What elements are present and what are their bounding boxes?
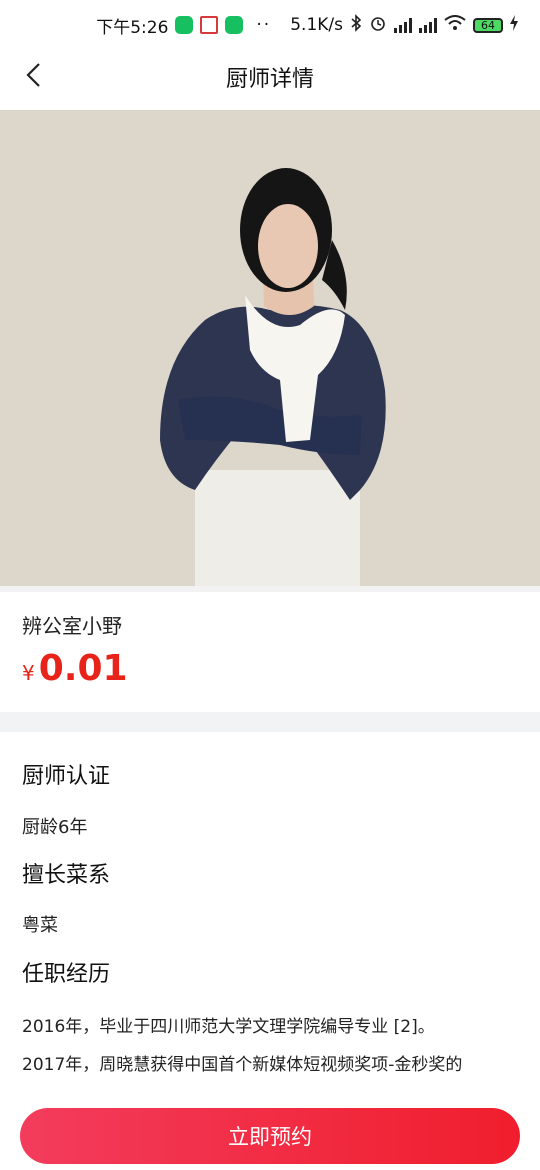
app-notification-icon bbox=[200, 16, 219, 34]
currency-symbol: ¥ bbox=[22, 661, 35, 685]
experience-line: 2017年，周晓慧获得中国首个新媒体短视频奖项-金秒奖的 bbox=[22, 1055, 463, 1075]
divider bbox=[0, 586, 540, 592]
signal-hd-1-icon bbox=[394, 17, 412, 33]
signal-hd-2-icon bbox=[419, 17, 437, 33]
battery-icon: 64 bbox=[473, 17, 503, 33]
cert-title: 厨师认证 bbox=[22, 764, 111, 789]
phone-notification-icon bbox=[225, 16, 244, 34]
wechat-notification-icon bbox=[175, 16, 194, 34]
chef-name: 辨公室小野 bbox=[22, 614, 122, 638]
charging-icon bbox=[510, 14, 518, 36]
price-amount: 0.01 bbox=[38, 648, 128, 689]
section-divider bbox=[0, 712, 540, 732]
wifi-icon bbox=[444, 14, 466, 36]
book-now-button[interactable]: 立即预约 bbox=[20, 1108, 520, 1164]
status-time: 下午5:26 bbox=[96, 17, 169, 38]
chef-photo bbox=[0, 110, 540, 586]
nav-header: 厨师详情 bbox=[0, 50, 540, 104]
cert-value: 厨龄6年 bbox=[22, 817, 88, 838]
back-button[interactable] bbox=[18, 60, 48, 90]
chef-price: ¥ 0.01 bbox=[22, 648, 128, 689]
network-speed: 5.1K/s bbox=[290, 15, 343, 35]
cuisine-title: 擅长菜系 bbox=[22, 863, 111, 888]
experience-title: 任职经历 bbox=[22, 962, 111, 987]
cuisine-value: 粤菜 bbox=[22, 915, 58, 936]
bluetooth-icon bbox=[350, 13, 362, 37]
experience-line: 2016年，毕业于四川师范大学文理学院编导专业 [2]。 bbox=[22, 1017, 435, 1037]
more-notifications-icon: ·· bbox=[256, 15, 272, 35]
status-bar: 下午5:26 ·· 5.1K/s 64 bbox=[0, 0, 540, 50]
page-title: 厨师详情 bbox=[225, 67, 314, 92]
alarm-icon bbox=[369, 14, 387, 37]
chevron-left-icon bbox=[26, 63, 40, 87]
